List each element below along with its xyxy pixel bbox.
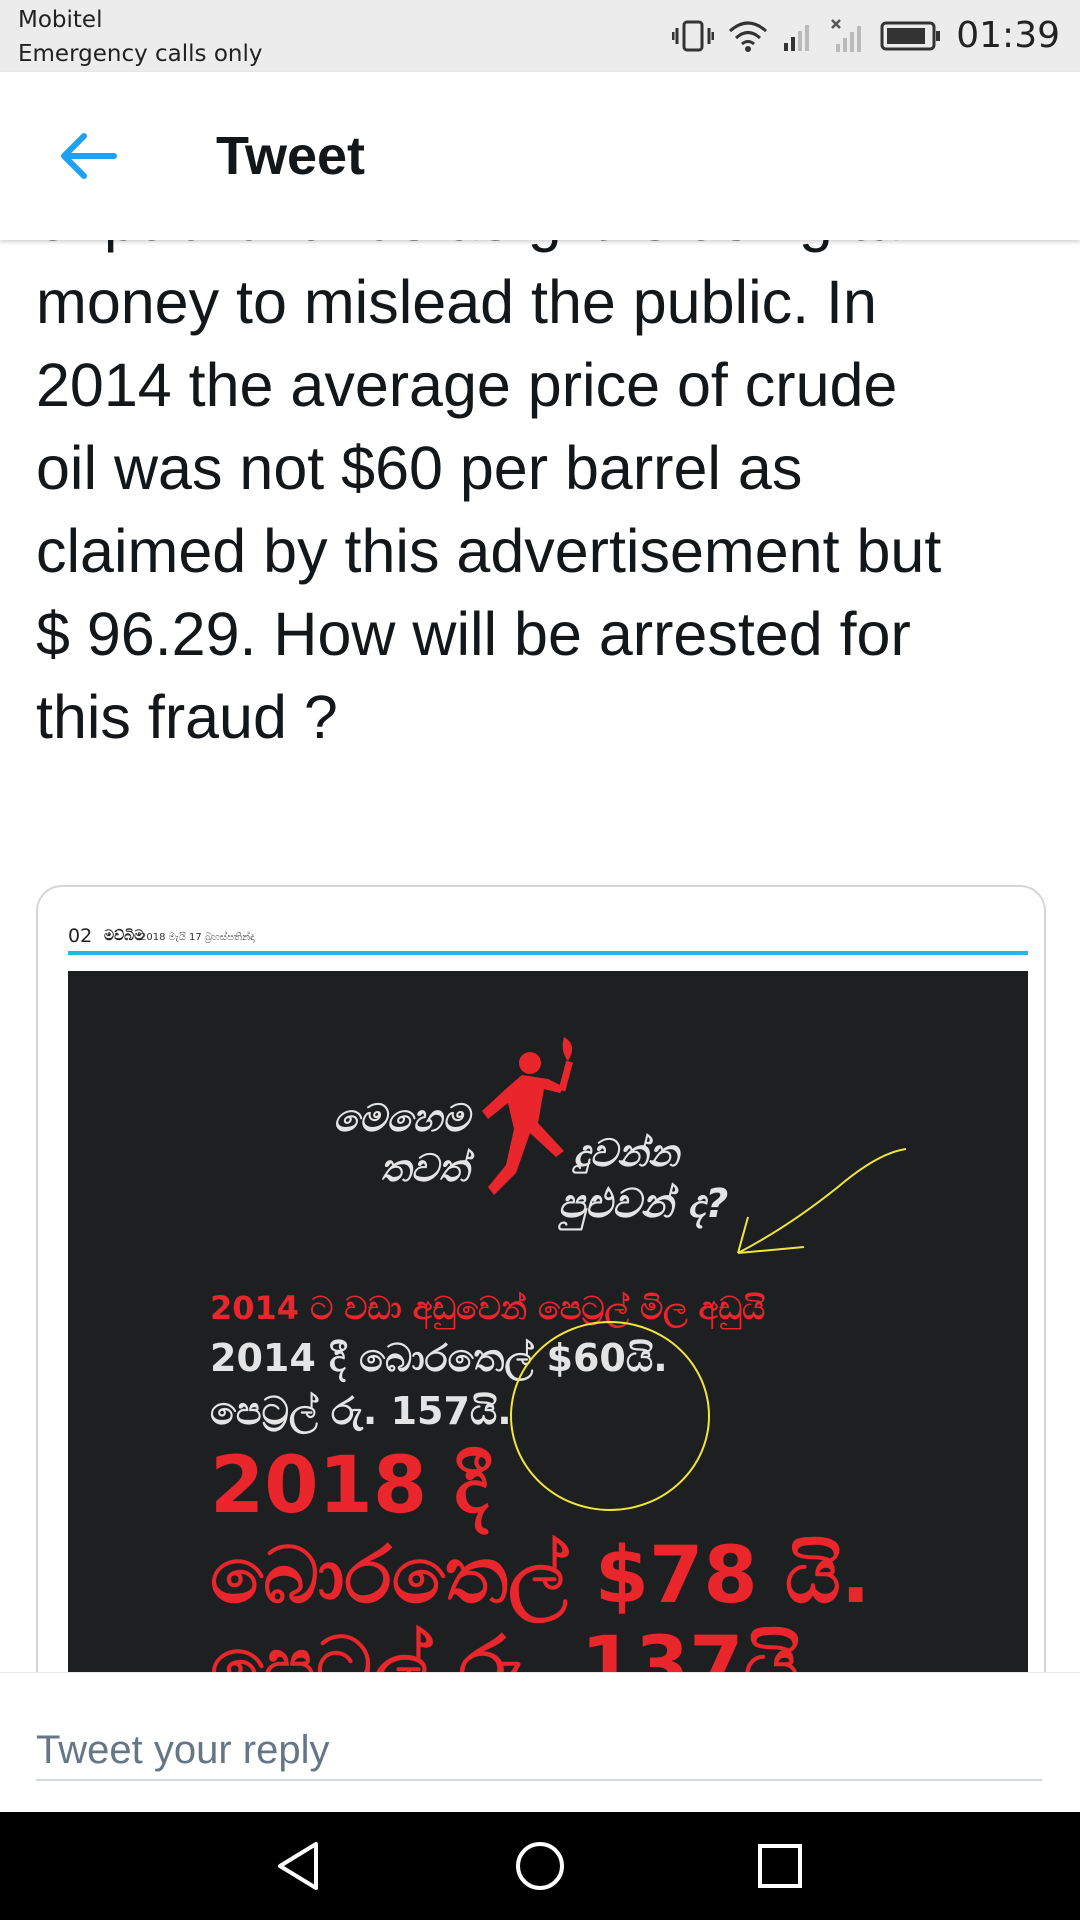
ad-line-2018-oil: බොරතෙල් $78 යි. <box>210 1531 871 1621</box>
ad-slogan-line-2: තවත් <box>380 1146 470 1190</box>
nav-back-button[interactable] <box>270 1836 330 1896</box>
ad-line-2018-petrol: පෙට්‍රල් රු. 137යි. <box>210 1621 830 1672</box>
nav-recents-button[interactable] <box>750 1836 810 1896</box>
torch-runner-icon <box>482 1037 573 1195</box>
nav-home-icon <box>516 1842 564 1890</box>
newspaper-date: 2018 මැයි 17 බ්‍රහස්පතින්දා <box>140 932 255 943</box>
back-arrow-icon <box>61 133 117 179</box>
page-title: Tweet <box>216 126 366 186</box>
tweet-text: of public funds as gvt is using tax mone… <box>36 240 942 751</box>
wifi-icon <box>729 21 768 52</box>
navigation-bar <box>0 1812 1080 1920</box>
page-number: 02 <box>68 925 93 947</box>
vibrate-icon <box>672 20 715 52</box>
newspaper-name: මව්බිම <box>104 928 145 944</box>
nav-home-button[interactable] <box>510 1836 570 1896</box>
back-button[interactable] <box>50 116 130 196</box>
status-time: 01:39 <box>956 15 1060 56</box>
reply-bar <box>0 1672 1080 1813</box>
no-signal-icon <box>831 19 862 52</box>
status-bar: Mobitel Emergency calls only 01:39 <box>0 0 1080 72</box>
newspaper-header: 02 මව්බිම 2018 මැයි 17 බ්‍රහස්පතින්දා <box>68 923 1028 951</box>
advertisement-panel: මෙහෙම තවත් දුවන්න පුළුවන් ද? 2014 ට වඩා … <box>68 971 1028 1672</box>
app-header: Tweet <box>0 72 1080 240</box>
ad-line-2014-petrol: පෙට්‍රල් රු. 157යි. <box>210 1389 512 1433</box>
carrier-status: Emergency calls only <box>18 41 263 67</box>
nav-back-icon <box>278 1842 318 1890</box>
newspaper-rule <box>68 951 1028 955</box>
tweet-content[interactable]: of public funds as gvt is using tax mone… <box>0 240 1080 1672</box>
status-icons: 01:39 <box>672 14 1060 58</box>
carrier-name: Mobitel <box>18 7 103 33</box>
reply-input[interactable] <box>36 1721 1042 1781</box>
ad-slogan-line-1: මෙහෙම <box>333 1096 470 1140</box>
signal-icon <box>784 25 810 51</box>
ad-headline-red: 2014 ට වඩා අඩුවෙන් පෙට්‍රල් මිල අඩුයි <box>210 1289 766 1327</box>
tweet-media-image[interactable]: 02 මව්බිම 2018 මැයි 17 බ්‍රහස්පතින්දා මෙ… <box>36 885 1046 1672</box>
nav-recents-icon <box>758 1844 802 1888</box>
battery-icon <box>880 21 941 51</box>
annotation-arrow-icon <box>737 1148 907 1254</box>
annotation-circle <box>510 1321 710 1511</box>
ad-line-2018: 2018 දී <box>210 1441 489 1531</box>
